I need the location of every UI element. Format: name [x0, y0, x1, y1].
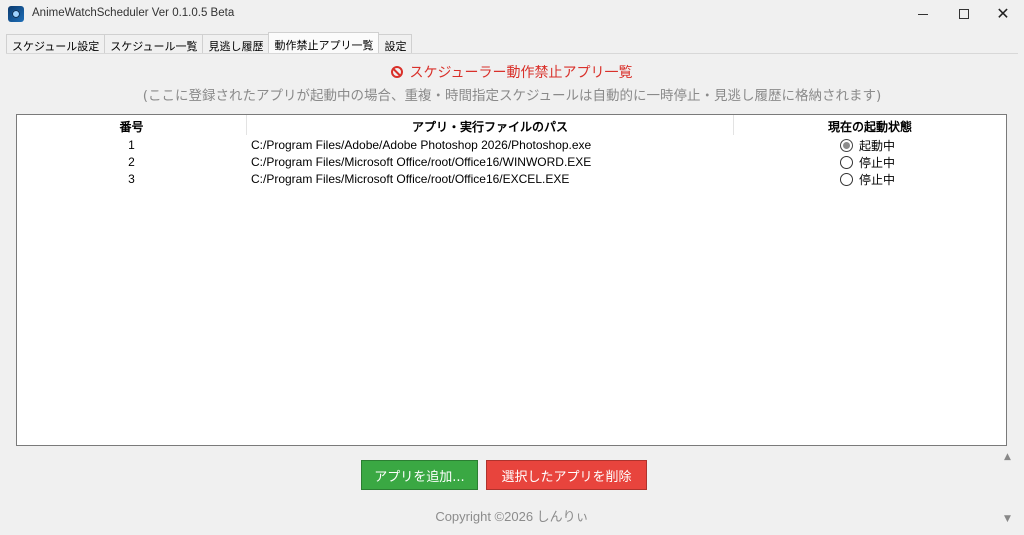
status-radio-icon [840, 139, 853, 152]
list-header: 番号 アプリ・実行ファイルのパス 現在の起動状態 [17, 115, 1006, 135]
scroll-down-icon[interactable]: ▼ [1004, 514, 1011, 524]
delete-app-button[interactable]: 選択したアプリを削除 [486, 460, 647, 490]
prohibited-icon [391, 66, 404, 78]
tab-settings[interactable]: 設定 [378, 34, 413, 53]
row-status-label: 停止中 [859, 156, 896, 170]
minimize-icon [918, 13, 928, 15]
tab-schedule-list[interactable]: スケジュール一覧 [104, 34, 204, 53]
status-radio-icon [840, 173, 853, 186]
add-app-button[interactable]: アプリを追加... [361, 460, 478, 490]
title-bar: AnimeWatchScheduler Ver 0.1.0.5 Beta ✕ [0, 0, 1024, 28]
window-title: AnimeWatchScheduler Ver 0.1.0.5 Beta [32, 7, 235, 19]
minimize-button[interactable] [900, 0, 946, 28]
column-header-path[interactable]: アプリ・実行ファイルのパス [247, 118, 733, 135]
app-icon [8, 6, 24, 22]
row-status-label: 起動中 [859, 139, 896, 153]
row-status: 停止中 [840, 171, 895, 188]
row-path: C:/Program Files/Microsoft Office/root/O… [251, 172, 570, 186]
tab-missed-history[interactable]: 見逃し履歴 [202, 34, 270, 53]
scroll-up-icon[interactable]: ▲ [1004, 452, 1011, 462]
row-number: 3 [128, 172, 135, 186]
blocked-apps-list[interactable]: 番号 アプリ・実行ファイルのパス 現在の起動状態 1 C:/Program Fi… [16, 114, 1007, 446]
list-row[interactable]: 2 C:/Program Files/Microsoft Office/root… [17, 153, 1006, 170]
row-path: C:/Program Files/Microsoft Office/root/O… [251, 155, 592, 169]
column-header-number[interactable]: 番号 [17, 118, 246, 135]
row-status-label: 停止中 [859, 173, 896, 187]
tab-schedule-settings[interactable]: スケジュール設定 [6, 34, 106, 53]
close-icon: ✕ [996, 4, 1010, 23]
row-number: 2 [128, 155, 135, 169]
row-number: 1 [128, 138, 135, 152]
row-path: C:/Program Files/Adobe/Adobe Photoshop 2… [251, 138, 592, 152]
status-radio-icon [840, 156, 853, 169]
row-status: 起動中 [840, 137, 895, 154]
tab-strip: スケジュール設定 スケジュール一覧 見逃し履歴 動作禁止アプリ一覧 設定 [6, 32, 413, 53]
column-header-status[interactable]: 現在の起動状態 [734, 118, 1006, 135]
tab-blocked-apps[interactable]: 動作禁止アプリ一覧 [268, 32, 380, 53]
list-row[interactable]: 3 C:/Program Files/Microsoft Office/root… [17, 170, 1006, 187]
maximize-icon [959, 9, 969, 19]
page-heading-text: スケジューラー動作禁止アプリ一覧 [409, 65, 633, 81]
page-heading: スケジューラー動作禁止アプリ一覧 [0, 62, 1024, 82]
page-subheading: (ここに登録されたアプリが起動中の場合、重複・時間指定スケジュールは自動的に一時… [142, 88, 882, 104]
copyright-text: Copyright ©2026 しんりぃ [435, 509, 589, 524]
close-button[interactable]: ✕ [980, 0, 1024, 28]
list-row[interactable]: 1 C:/Program Files/Adobe/Adobe Photoshop… [17, 136, 1006, 153]
row-status: 停止中 [840, 154, 895, 171]
